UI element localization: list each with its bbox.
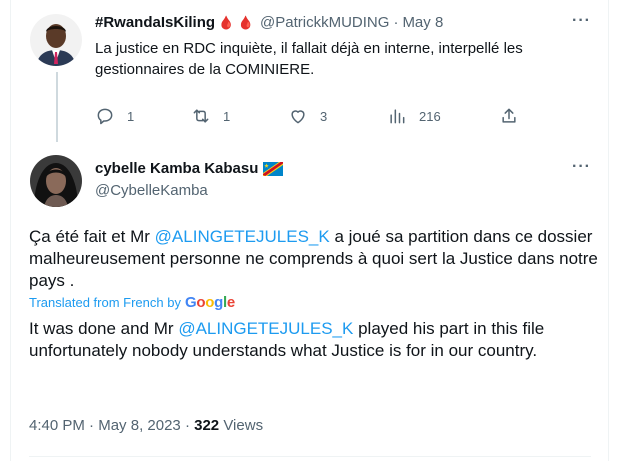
share-action[interactable]	[499, 106, 519, 126]
thread-connector	[56, 72, 58, 142]
reply-action[interactable]: 1	[95, 106, 134, 126]
like-icon	[291, 110, 305, 124]
google-logo: Google	[184, 294, 235, 311]
original-tweet-text: Ça été fait et Mr @ALINGETEJULES_K a jou…	[29, 226, 599, 292]
tweet-time[interactable]: 4:40 PM	[29, 417, 85, 434]
main-display-name[interactable]: cybelle Kamba Kabasu	[95, 160, 258, 177]
retweet-count: 1	[223, 108, 231, 124]
reply-more-icon[interactable]: ···	[572, 12, 591, 30]
mention-link[interactable]: @ALINGETEJULES_K	[178, 319, 353, 338]
retweet-action[interactable]: 1	[191, 106, 230, 126]
reply-text: La justice en RDC inquiète, il fallait d…	[95, 40, 523, 78]
like-action[interactable]: 3	[288, 106, 327, 126]
translated-text-part: It was done and Mr	[29, 319, 179, 338]
main-tweet-header: cybelle Kamba Kabasu	[95, 160, 284, 177]
reply-count: 1	[127, 108, 135, 124]
main-more-icon[interactable]: ···	[572, 158, 591, 176]
reply-action-bar: 1 1 3 216	[95, 106, 535, 130]
retweet-icon	[193, 109, 209, 123]
share-icon	[502, 108, 516, 123]
reply-date[interactable]: May 8	[402, 14, 443, 31]
views-total: 322	[194, 417, 220, 434]
original-text-part: Ça été fait et Mr	[29, 227, 155, 246]
main-handle-row: @CybelleKamba	[95, 182, 208, 199]
tweet-date[interactable]: May 8, 2023	[98, 417, 181, 434]
avatar-cybelle[interactable]	[30, 155, 82, 207]
views-label: Views	[223, 417, 264, 434]
translation-attribution[interactable]: Translated from French by Google	[29, 294, 235, 311]
reply-header: #RwandaIsKiling 🩸 🩸 @PatrickkMUDING · Ma…	[95, 14, 443, 31]
reply-display-name[interactable]: #RwandaIsKiling	[95, 14, 215, 31]
meta-separator: ·	[89, 417, 95, 434]
views-count: 216	[419, 108, 441, 124]
translated-label: Translated from French by	[29, 295, 181, 310]
reply-icon	[97, 108, 113, 125]
blood-drop-emoji: 🩸 🩸	[218, 14, 255, 30]
tweet-meta: 4:40 PM · May 8, 2023 · 322 Views	[29, 417, 263, 434]
views-action[interactable]: 216	[387, 106, 441, 126]
like-count: 3	[320, 108, 328, 124]
reply-handle[interactable]: @PatrickkMUDING	[260, 14, 389, 31]
views-icon	[390, 109, 405, 124]
divider	[29, 456, 591, 457]
drc-flag-icon	[263, 161, 284, 176]
translated-tweet-text: It was done and Mr @ALINGETEJULES_K play…	[29, 318, 599, 362]
avatar-patrickk[interactable]	[30, 14, 82, 66]
meta-separator: ·	[184, 417, 190, 434]
mention-link[interactable]: @ALINGETEJULES_K	[155, 227, 330, 246]
reply-separator: ·	[393, 14, 399, 31]
main-handle[interactable]: @CybelleKamba	[95, 182, 208, 199]
